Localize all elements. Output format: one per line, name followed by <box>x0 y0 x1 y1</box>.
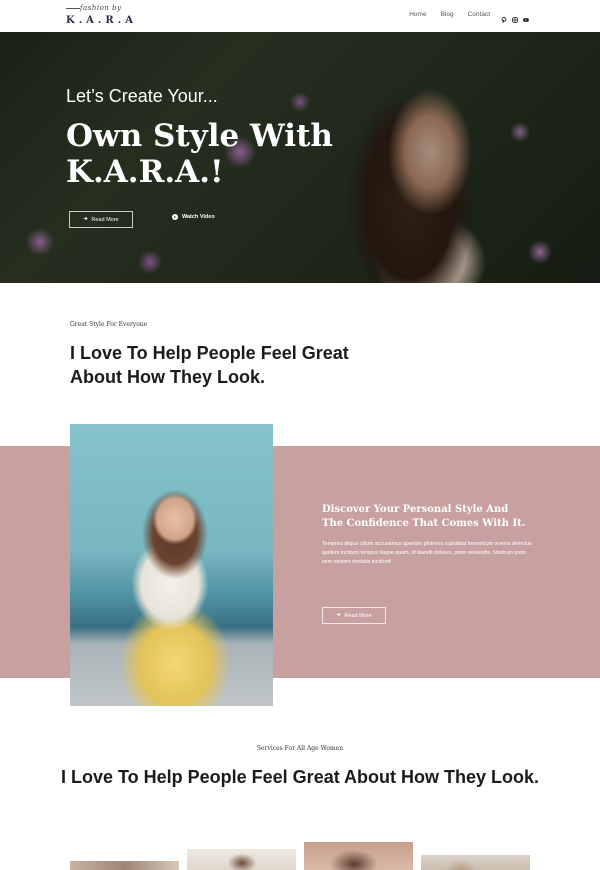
nav-blog[interactable]: Blog <box>441 11 454 18</box>
service-image[interactable] <box>304 842 413 870</box>
logo-line <box>66 8 80 9</box>
service-image[interactable] <box>187 849 296 870</box>
hero-read-more-button[interactable]: Read More <box>69 211 133 228</box>
arrow-right-icon <box>336 612 341 619</box>
hero-title: Own Style With K.A.R.A.! <box>66 118 333 190</box>
site-logo[interactable]: fashion by K.A.R.A <box>64 4 133 28</box>
nav-home[interactable]: Home <box>409 11 426 18</box>
watch-video-label: Watch Video <box>182 214 215 220</box>
social-links <box>501 10 529 23</box>
watch-video-button[interactable]: Watch Video <box>172 214 215 220</box>
hero-subtitle: Let’s Create Your... <box>66 86 218 106</box>
instagram-icon[interactable] <box>512 10 518 23</box>
logo-script: fashion by <box>80 4 122 12</box>
arrow-right-icon <box>83 216 88 223</box>
play-icon <box>172 214 178 220</box>
feature-read-more-label: Read More <box>344 612 372 619</box>
hero-read-more-label: Read More <box>91 216 119 223</box>
service-image[interactable] <box>70 861 179 870</box>
hero-banner: Let’s Create Your... Own Style With K.A.… <box>0 32 600 283</box>
service-image[interactable] <box>421 855 530 870</box>
feature-heading: Discover Your Personal Style And The Con… <box>322 504 526 529</box>
services-eyebrow: Services For All Age Women <box>256 745 344 752</box>
feature-read-more-button[interactable]: Read More <box>322 607 386 624</box>
site-header: fashion by K.A.R.A Home Blog Contact <box>0 0 600 32</box>
pinterest-icon[interactable] <box>501 10 507 23</box>
intro-heading: I Love To Help People Feel Great About H… <box>70 343 349 387</box>
youtube-icon[interactable] <box>523 10 529 22</box>
intro-eyebrow: Great Style For Everyone <box>70 321 148 328</box>
main-nav: Home Blog Contact <box>409 11 490 18</box>
feature-text: Tempora aliqua cillum accusamus aperiam … <box>322 541 532 565</box>
services-heading: I Love To Help People Feel Great About H… <box>60 767 540 787</box>
nav-contact[interactable]: Contact <box>468 11 490 18</box>
logo-brand: K.A.R.A <box>66 15 137 26</box>
feature-photo <box>70 424 273 706</box>
